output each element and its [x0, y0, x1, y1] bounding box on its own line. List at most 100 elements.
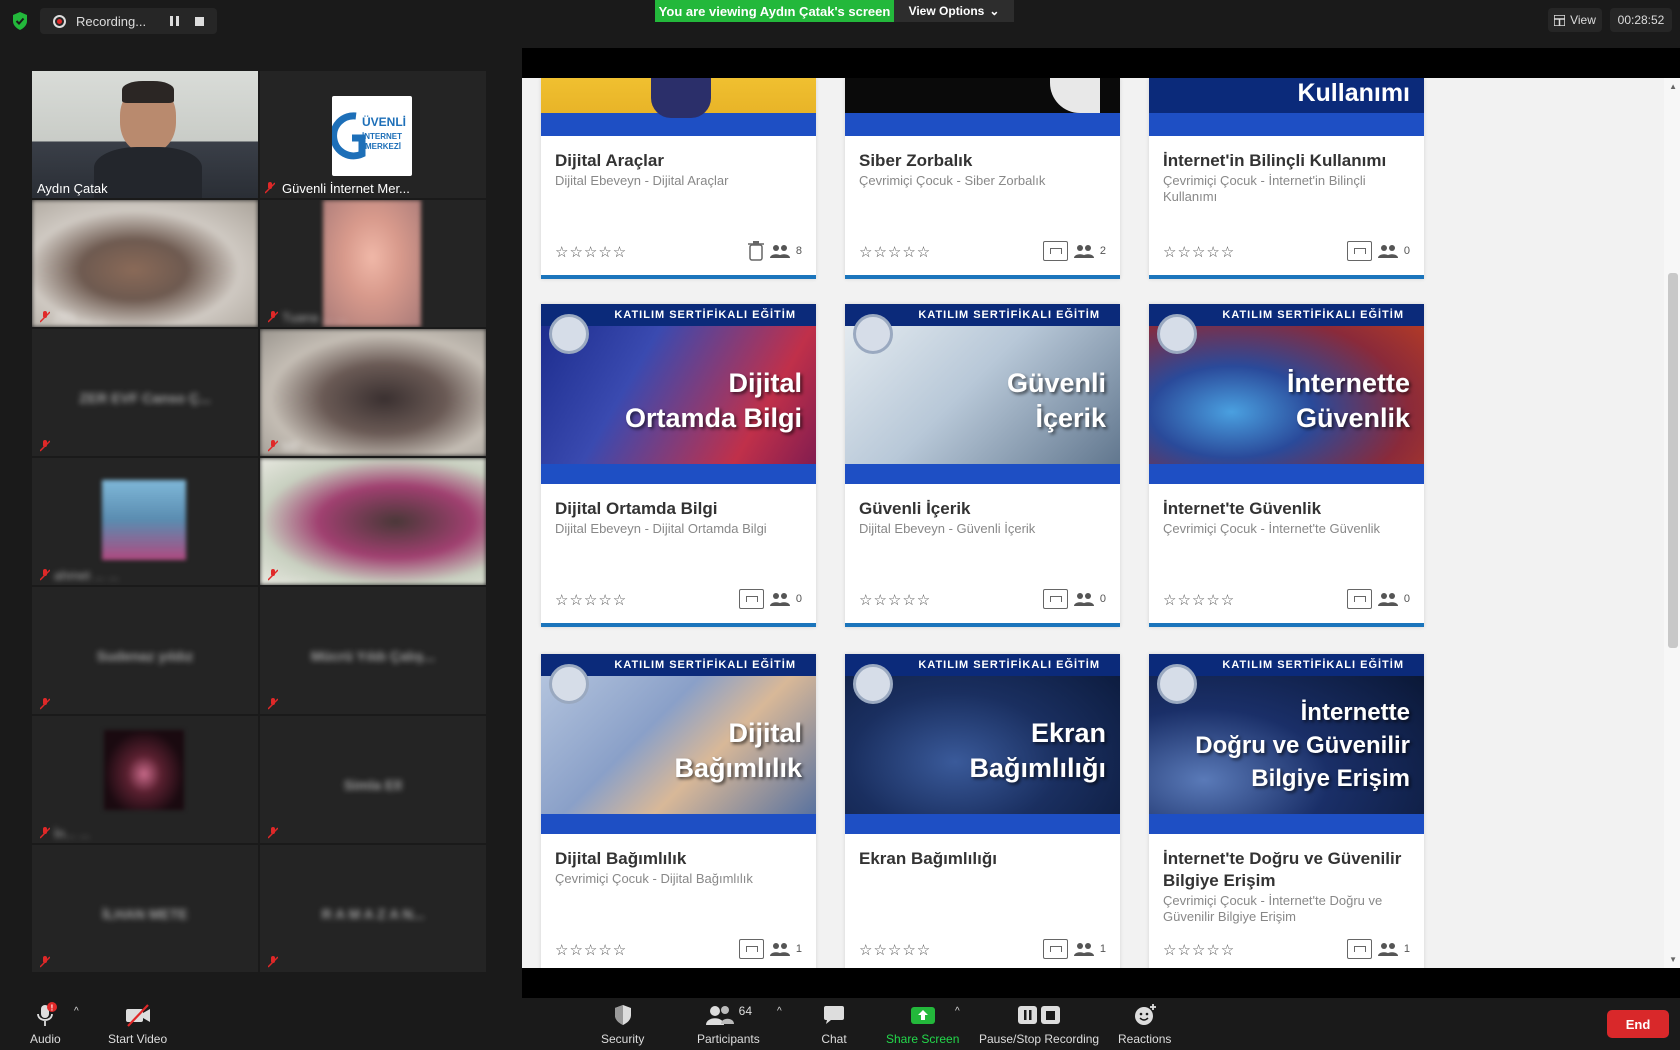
course-image-title: Güvenli İçerik: [1006, 368, 1106, 433]
course-meta: 0: [1346, 241, 1410, 261]
participants-button[interactable]: 64 Participants: [697, 1002, 760, 1046]
participant-tile[interactable]: İLHAN METE: [32, 845, 258, 972]
participant-gallery: Aydın Çatak ÜVENLİ İNTERNET MERKEZİ Güve…: [0, 48, 522, 998]
participant-tile[interactable]: Tuana ... ...: [260, 200, 486, 327]
people-icon: [1073, 245, 1094, 258]
scroll-down-icon[interactable]: ▼: [1669, 955, 1677, 964]
participant-tile[interactable]: İn... ...: [32, 716, 258, 843]
participant-tile[interactable]: ahmet ... ...: [32, 458, 258, 585]
participant-tile[interactable]: Sudenaz yıldız: [32, 587, 258, 714]
recording-indicator: Recording...: [40, 8, 217, 34]
rating-stars[interactable]: ☆☆☆☆☆: [859, 941, 931, 959]
course-image-title: Dijital Bağımlılık: [674, 718, 802, 783]
participant-tile[interactable]: ZER EVF Canso Ç...: [32, 329, 258, 456]
audio-label: Audio: [30, 1032, 61, 1046]
participants-options-caret-icon[interactable]: ^: [777, 1006, 782, 1017]
enrolled-count: 1: [1403, 943, 1410, 955]
top-bar: Recording... You are viewing Aydın Çatak…: [0, 0, 1680, 48]
certificate-icon[interactable]: [1042, 939, 1068, 959]
certificate-icon[interactable]: [1042, 589, 1068, 609]
course-title[interactable]: Güvenli İçerik: [859, 498, 1106, 520]
certificate-icon[interactable]: [1346, 939, 1372, 959]
end-meeting-button[interactable]: End: [1607, 1010, 1669, 1038]
rating-stars[interactable]: ☆☆☆☆☆: [1163, 591, 1235, 609]
participant-tile[interactable]: Mücrü Yıldı Çalış...: [260, 587, 486, 714]
scroll-up-icon[interactable]: ▲: [1669, 82, 1677, 91]
enrolled-count: 0: [1099, 593, 1106, 605]
participant-name: İLHAN METE: [102, 905, 188, 922]
rating-stars[interactable]: ☆☆☆☆☆: [1163, 941, 1235, 959]
scroll-thumb[interactable]: [1668, 273, 1678, 648]
pause-stop-icon: [1018, 1006, 1061, 1024]
enrolled-count: 0: [1403, 245, 1410, 257]
certificate-icon[interactable]: [1346, 589, 1372, 609]
certificate-icon[interactable]: [738, 939, 764, 959]
participant-name: Mücrü Yıldı Çalış...: [310, 647, 436, 664]
participant-tile[interactable]: Aydın Çatak: [32, 71, 258, 198]
course-card[interactable]: Dijital Araçlar Dijital Ebeveyn - Dijita…: [541, 78, 816, 279]
course-meta: 1: [1042, 939, 1106, 959]
chat-button[interactable]: Chat: [821, 1002, 847, 1046]
course-image: Kullanımı: [1149, 78, 1424, 136]
share-screen-icon: [910, 1007, 935, 1024]
shield-icon[interactable]: [11, 11, 29, 31]
participant-tile[interactable]: ÜVENLİ İNTERNET MERKEZİ Güvenli İnternet…: [260, 71, 486, 198]
start-video-button[interactable]: Start Video: [108, 1002, 167, 1046]
pause-recording-icon[interactable]: [170, 16, 179, 26]
course-card[interactable]: KATILIM SERTİFİKALI EĞİTİM Güvenli İçerik…: [845, 304, 1120, 627]
certificate-icon[interactable]: [1042, 241, 1068, 261]
trash-icon[interactable]: [747, 241, 764, 261]
rating-stars[interactable]: ☆☆☆☆☆: [1163, 243, 1235, 261]
audio-button[interactable]: ! Audio: [30, 1002, 61, 1046]
rating-stars[interactable]: ☆☆☆☆☆: [859, 591, 931, 609]
participant-tile[interactable]: Simla Ell: [260, 716, 486, 843]
course-card[interactable]: Kullanımı İnternet'in Bilinçli Kullanımı…: [1149, 78, 1424, 279]
participant-video: [104, 730, 184, 810]
course-image: KATILIM SERTİFİKALI EĞİTİM İnternette Doğ…: [1149, 654, 1424, 834]
course-title[interactable]: İnternet'in Bilinçli Kullanımı: [1163, 150, 1410, 172]
stop-recording-icon[interactable]: [195, 16, 204, 26]
award-badge-icon: [853, 314, 893, 354]
certificate-icon[interactable]: [738, 589, 764, 609]
course-title[interactable]: İnternet'te Doğru ve Güvenilir Bilgiye E…: [1163, 848, 1410, 892]
course-card[interactable]: KATILIM SERTİFİKALI EĞİTİM İnternette Güv…: [1149, 304, 1424, 627]
rating-stars[interactable]: ☆☆☆☆☆: [555, 243, 627, 261]
award-badge-icon: [1157, 314, 1197, 354]
recording-label: Recording...: [76, 13, 147, 29]
course-card[interactable]: KATILIM SERTİFİKALI EĞİTİM İnternette Doğ…: [1149, 654, 1424, 968]
participant-tile[interactable]: MF ... ...: [260, 329, 486, 456]
people-icon: [769, 245, 790, 258]
enrolled-count: 2: [1099, 245, 1106, 257]
reactions-button[interactable]: Reactions: [1118, 1002, 1171, 1046]
page-scrollbar[interactable]: ▲ ▼: [1664, 78, 1680, 968]
view-options-button[interactable]: View Options ⌄: [894, 0, 1014, 22]
course-card[interactable]: Siber Zorbalık Çevrimiçi Çocuk - Siber Z…: [845, 78, 1120, 279]
participant-video: [102, 480, 186, 560]
rating-stars[interactable]: ☆☆☆☆☆: [555, 591, 627, 609]
course-card[interactable]: KATILIM SERTİFİKALI EĞİTİM Dijital Ortamd…: [541, 304, 816, 627]
course-title[interactable]: Dijital Bağımlılık: [555, 848, 802, 870]
course-title[interactable]: Dijital Ortamda Bilgi: [555, 498, 802, 520]
course-title[interactable]: Dijital Araçlar: [555, 150, 802, 172]
people-icon: [769, 943, 790, 956]
muted-mic-icon: [40, 440, 50, 452]
pause-stop-recording-button[interactable]: Pause/Stop Recording: [979, 1002, 1099, 1046]
participant-tile[interactable]: R A M A Z A N...: [260, 845, 486, 972]
rating-stars[interactable]: ☆☆☆☆☆: [859, 243, 931, 261]
certificate-icon[interactable]: [1346, 241, 1372, 261]
course-title[interactable]: Ekran Bağımlılığı: [859, 848, 1106, 870]
share-options-caret-icon[interactable]: ^: [955, 1006, 960, 1017]
audio-options-caret-icon[interactable]: ^: [74, 1006, 79, 1017]
share-screen-button[interactable]: Share Screen: [886, 1002, 959, 1046]
rating-stars[interactable]: ☆☆☆☆☆: [555, 941, 627, 959]
course-card[interactable]: KATILIM SERTİFİKALI EĞİTİM Ekran Bağımlıl…: [845, 654, 1120, 968]
shared-browser-page: Dijital Araçlar Dijital Ebeveyn - Dijita…: [522, 78, 1680, 968]
award-badge-icon: [549, 314, 589, 354]
view-button[interactable]: View: [1548, 8, 1602, 32]
course-title[interactable]: İnternet'te Güvenlik: [1163, 498, 1410, 520]
course-title[interactable]: Siber Zorbalık: [859, 150, 1106, 172]
participant-tile[interactable]: ... ...: [260, 458, 486, 585]
security-button[interactable]: Security: [601, 1002, 644, 1046]
course-card[interactable]: KATILIM SERTİFİKALI EĞİTİM Dijital Bağıml…: [541, 654, 816, 968]
participant-tile[interactable]: ZEL ... ...: [32, 200, 258, 327]
